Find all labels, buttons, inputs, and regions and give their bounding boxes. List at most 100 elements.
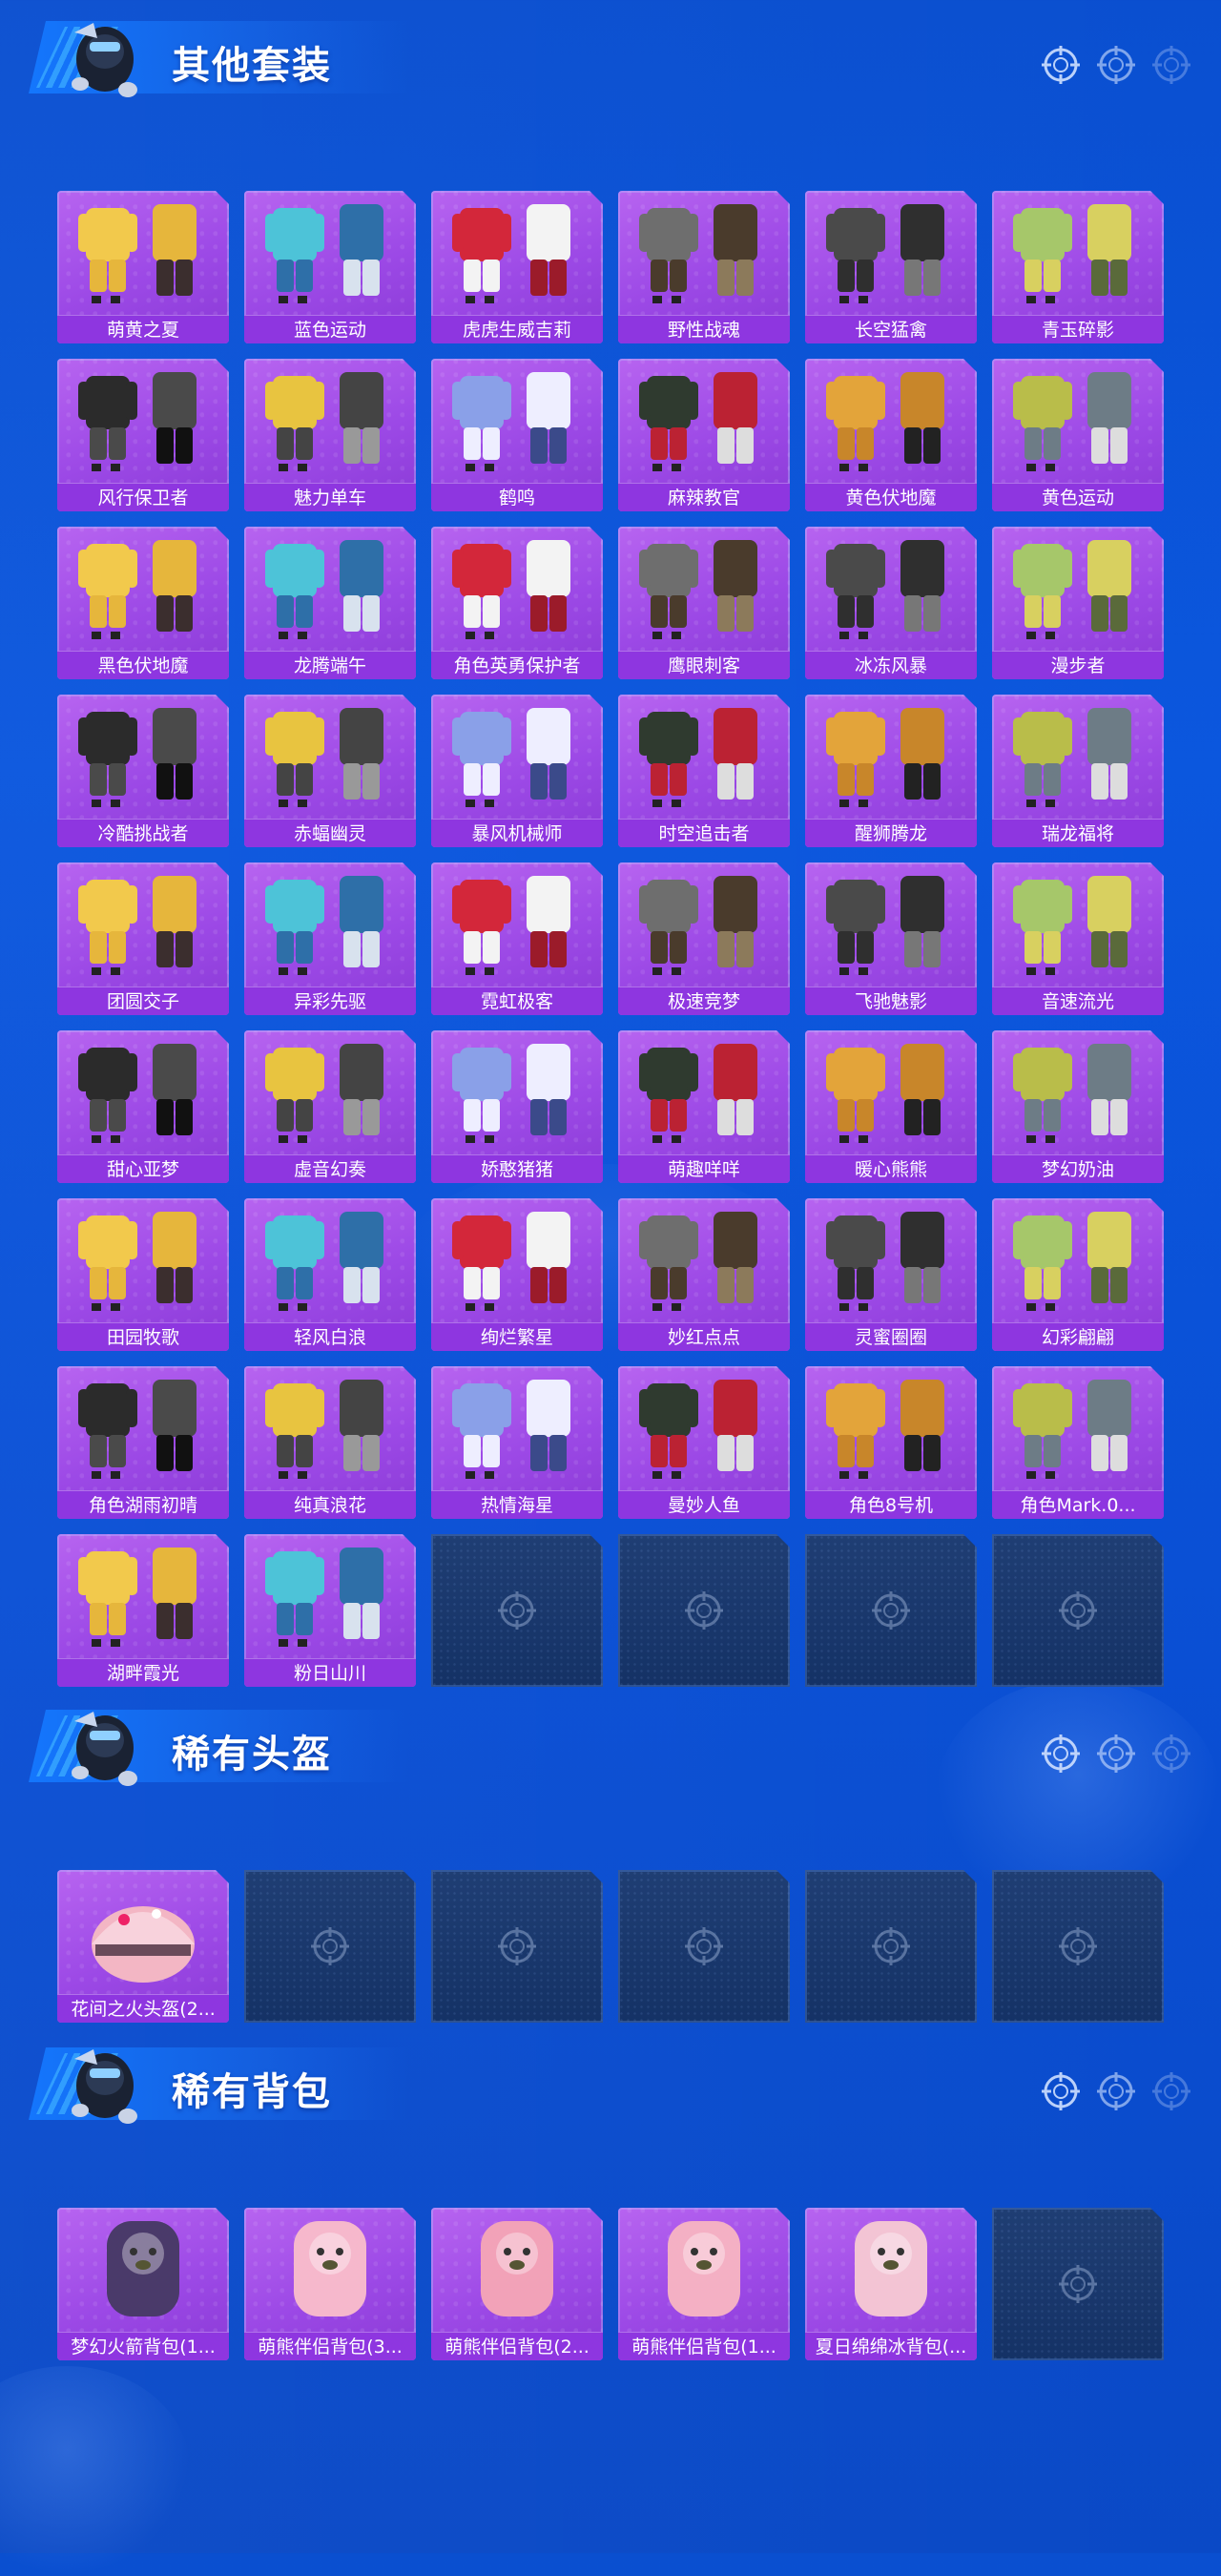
item-card[interactable]: 粉日山川 [244, 1534, 416, 1687]
item-card[interactable]: 灵蜜圈圈 [805, 1198, 977, 1351]
item-name: 萌黄之夏 [57, 315, 229, 343]
item-name: 龙腾端午 [244, 651, 416, 679]
item-card[interactable]: 暴风机械师 [431, 695, 603, 847]
item-name: 萌趣咩咩 [618, 1154, 790, 1183]
item-name: 粉日山川 [244, 1658, 416, 1687]
item-card[interactable]: 萌熊伴侣背包(1... [618, 2208, 790, 2360]
item-name: 黄色运动 [992, 483, 1164, 511]
crosshair-icon [1095, 44, 1137, 86]
crosshair-icon [870, 1589, 912, 1631]
item-card[interactable]: 绚烂繁星 [431, 1198, 603, 1351]
item-card[interactable]: 轻风白浪 [244, 1198, 416, 1351]
item-card[interactable]: 风行保卫者 [57, 359, 229, 511]
item-card[interactable]: 黄色运动 [992, 359, 1164, 511]
empty-slot [805, 1870, 977, 2023]
item-card[interactable]: 时空追击者 [618, 695, 790, 847]
item-card[interactable]: 麻辣教官 [618, 359, 790, 511]
item-card[interactable]: 角色Mark.0... [992, 1366, 1164, 1519]
item-card[interactable]: 梦幻奶油 [992, 1030, 1164, 1183]
item-card[interactable]: 野性战魂 [618, 191, 790, 343]
item-name: 梦幻奶油 [992, 1154, 1164, 1183]
crosshair-icon [1057, 1925, 1099, 1967]
item-card[interactable]: 萌熊伴侣背包(3... [244, 2208, 416, 2360]
item-name: 萌熊伴侣背包(3... [244, 2332, 416, 2360]
item-card[interactable]: 虎虎生威吉莉 [431, 191, 603, 343]
item-card[interactable]: 漫步者 [992, 527, 1164, 679]
item-card[interactable]: 青玉碎影 [992, 191, 1164, 343]
section-header: 其他套装 [0, 0, 1221, 105]
item-card[interactable]: 冷酷挑战者 [57, 695, 229, 847]
item-card[interactable]: 瑞龙福将 [992, 695, 1164, 847]
item-name: 极速竞梦 [618, 987, 790, 1015]
item-name: 鹤鸣 [431, 483, 603, 511]
item-card[interactable]: 角色8号机 [805, 1366, 977, 1519]
empty-slot [618, 1870, 790, 2023]
crosshair-icon [870, 1925, 912, 1967]
item-name: 飞驰魅影 [805, 987, 977, 1015]
item-card[interactable]: 幻彩翩翩 [992, 1198, 1164, 1351]
item-name: 萌熊伴侣背包(2... [431, 2332, 603, 2360]
item-card[interactable]: 梦幻火箭背包(1... [57, 2208, 229, 2360]
item-card[interactable]: 田园牧歌 [57, 1198, 229, 1351]
item-name: 蓝色运动 [244, 315, 416, 343]
item-card[interactable]: 甜心亚梦 [57, 1030, 229, 1183]
item-card[interactable]: 曼妙人鱼 [618, 1366, 790, 1519]
item-card[interactable]: 蓝色运动 [244, 191, 416, 343]
item-name: 鹰眼刺客 [618, 651, 790, 679]
item-name: 时空追击者 [618, 819, 790, 847]
item-card[interactable]: 异彩先驱 [244, 862, 416, 1015]
item-card[interactable]: 湖畔霞光 [57, 1534, 229, 1687]
item-card[interactable]: 角色英勇保护者 [431, 527, 603, 679]
item-name: 瑞龙福将 [992, 819, 1164, 847]
item-name: 花间之火头盔(2... [57, 1994, 229, 2023]
item-grid: 花间之火头盔(2... [57, 1870, 1164, 2023]
item-card[interactable]: 龙腾端午 [244, 527, 416, 679]
item-card[interactable]: 霓虹极客 [431, 862, 603, 1015]
item-name: 妙红点点 [618, 1322, 790, 1351]
item-card[interactable]: 鹤鸣 [431, 359, 603, 511]
item-name: 绚烂繁星 [431, 1322, 603, 1351]
item-card[interactable]: 纯真浪花 [244, 1366, 416, 1519]
item-card[interactable]: 娇憨猪猪 [431, 1030, 603, 1183]
item-card[interactable]: 赤蝠幽灵 [244, 695, 416, 847]
empty-slot [244, 1870, 416, 2023]
item-card[interactable]: 极速竞梦 [618, 862, 790, 1015]
item-card[interactable]: 魅力单车 [244, 359, 416, 511]
item-name: 野性战魂 [618, 315, 790, 343]
crosshair-icon [1057, 2263, 1099, 2305]
item-card[interactable]: 夏日绵绵冰背包(... [805, 2208, 977, 2360]
item-card[interactable]: 暖心熊熊 [805, 1030, 977, 1183]
item-card[interactable]: 冰冻风暴 [805, 527, 977, 679]
item-name: 角色英勇保护者 [431, 651, 603, 679]
item-name: 纯真浪花 [244, 1490, 416, 1519]
item-card[interactable]: 音速流光 [992, 862, 1164, 1015]
empty-slot [992, 1534, 1164, 1687]
mascot-icon [55, 2040, 151, 2131]
section-title: 其他套装 [172, 44, 332, 88]
item-card[interactable]: 热情海星 [431, 1366, 603, 1519]
item-name: 黑色伏地魔 [57, 651, 229, 679]
crosshair-icon [1150, 2070, 1192, 2112]
item-name: 湖畔霞光 [57, 1658, 229, 1687]
item-card[interactable]: 飞驰魅影 [805, 862, 977, 1015]
item-card[interactable]: 黄色伏地魔 [805, 359, 977, 511]
crosshair-icon [1095, 1733, 1137, 1775]
item-card[interactable]: 团圆交子 [57, 862, 229, 1015]
item-card[interactable]: 花间之火头盔(2... [57, 1870, 229, 2023]
crosshair-icon [1040, 44, 1082, 86]
item-card[interactable]: 萌黄之夏 [57, 191, 229, 343]
section-title: 稀有背包 [172, 2070, 332, 2114]
item-card[interactable]: 角色湖雨初晴 [57, 1366, 229, 1519]
item-card[interactable]: 虚音幻奏 [244, 1030, 416, 1183]
item-card[interactable]: 鹰眼刺客 [618, 527, 790, 679]
item-name: 轻风白浪 [244, 1322, 416, 1351]
item-card[interactable]: 萌熊伴侣背包(2... [431, 2208, 603, 2360]
item-card[interactable]: 黑色伏地魔 [57, 527, 229, 679]
item-name: 冰冻风暴 [805, 651, 977, 679]
item-card[interactable]: 醒狮腾龙 [805, 695, 977, 847]
section-title: 稀有头盔 [172, 1733, 332, 1776]
item-name: 娇憨猪猪 [431, 1154, 603, 1183]
item-card[interactable]: 长空猛禽 [805, 191, 977, 343]
item-card[interactable]: 妙红点点 [618, 1198, 790, 1351]
item-card[interactable]: 萌趣咩咩 [618, 1030, 790, 1183]
